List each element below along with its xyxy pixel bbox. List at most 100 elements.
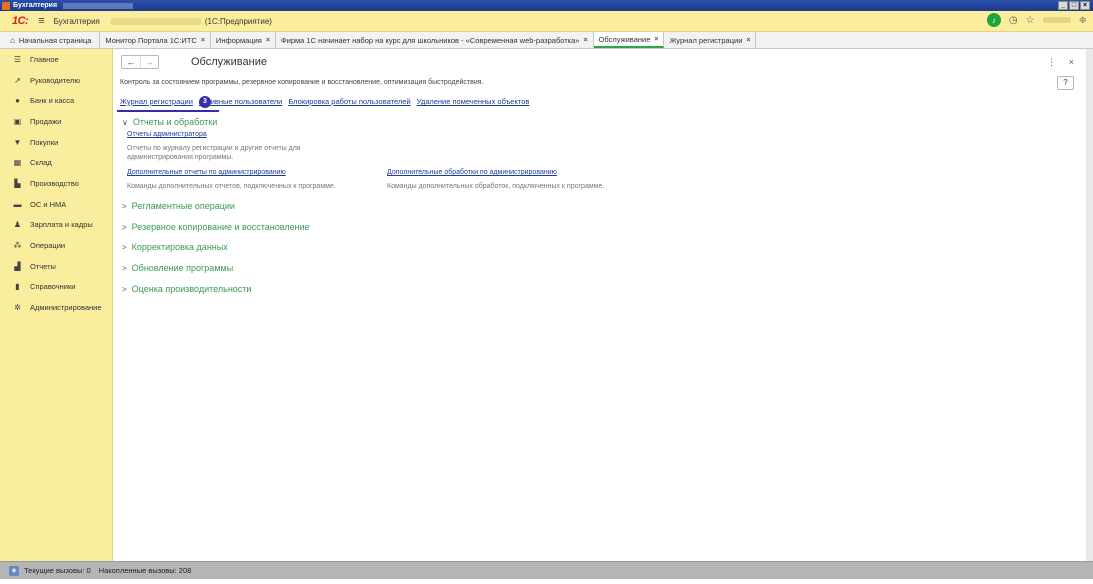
sidebar-item-manager[interactable]: ↗ Руководителю xyxy=(0,70,112,91)
tab-maintenance[interactable]: Обслуживание × xyxy=(593,32,665,48)
sidebar-item-label: Руководителю xyxy=(30,75,81,85)
sidebar-item-purchases[interactable]: ▼ Покупки xyxy=(0,132,112,153)
sidebar-item-sales[interactable]: ▣ Продажи xyxy=(0,111,112,132)
app-name: Бухгалтерия xyxy=(53,16,100,26)
bag-icon: ▣ xyxy=(13,116,22,126)
chevron-right-icon: > xyxy=(122,264,127,273)
group-title-label: Резервное копирование и восстановление xyxy=(131,222,310,232)
logo: 1С: xyxy=(12,15,29,27)
sidebar-item-label: Продажи xyxy=(30,116,62,126)
group-title-label: Оценка производительности xyxy=(131,284,252,294)
chevron-right-icon: > xyxy=(122,285,127,294)
minimize-icon[interactable]: _ xyxy=(1058,1,1068,10)
sidebar-item-salary[interactable]: ♟ Зарплата и кадры xyxy=(0,215,112,236)
tab-information[interactable]: Информация × xyxy=(211,32,276,48)
factory-icon: ▙ xyxy=(14,178,21,188)
tab-news[interactable]: Фирма 1С начинает набор на курс для школ… xyxy=(276,32,594,48)
sidebar-item-label: Операции xyxy=(30,241,66,251)
close-tab-icon[interactable]: × xyxy=(266,37,270,44)
group-backup-restore[interactable]: > Резервное копирование и восстановление xyxy=(122,222,310,232)
group-program-update[interactable]: > Обновление программы xyxy=(122,263,233,273)
bar-chart-icon: ▟ xyxy=(14,261,21,271)
tab-event-log[interactable]: Журнал регистрации × xyxy=(664,32,757,48)
blurred-user-name[interactable] xyxy=(1042,17,1071,23)
help-button[interactable]: ? xyxy=(1057,76,1074,90)
highlight-underline xyxy=(117,110,219,112)
sidebar-item-bank[interactable]: ● Банк и касса xyxy=(0,90,112,111)
close-window-icon[interactable]: × xyxy=(1080,1,1090,10)
block-users-link[interactable]: Блокировка работы пользователей xyxy=(288,97,410,106)
more-options-icon[interactable]: ⋮ xyxy=(1047,57,1056,68)
delete-marked-link[interactable]: Удаление помеченных объектов xyxy=(417,97,530,106)
tab-label: Фирма 1С начинает набор на курс для школ… xyxy=(280,35,580,45)
blurred-infobase-name xyxy=(110,17,201,25)
chevron-right-icon: > xyxy=(122,243,127,252)
additional-reports-desc: Команды дополнительных отчетов, подключе… xyxy=(127,183,336,190)
chevron-down-icon: ∨ xyxy=(122,118,128,127)
tab-label: Журнал регистрации xyxy=(669,35,743,45)
favorites-star-icon[interactable]: ☆ xyxy=(1026,15,1035,26)
back-arrow-icon[interactable]: ← xyxy=(122,56,140,68)
admin-reports-link[interactable]: Отчеты администратора xyxy=(127,131,207,138)
sidebar-item-label: Администрирование xyxy=(30,303,102,313)
group-reports-processing[interactable]: ∨ Отчеты и обработки xyxy=(122,117,217,127)
close-form-icon[interactable]: × xyxy=(1069,57,1074,67)
maximize-icon[interactable]: □ xyxy=(1069,1,1079,10)
blurred-title-info xyxy=(63,2,134,9)
tab-its-monitor[interactable]: Монитор Портала 1С:ИТС × xyxy=(100,32,211,48)
additional-reports-link[interactable]: Дополнительные отчеты по администрирован… xyxy=(127,169,286,176)
notification-bell-icon[interactable]: ♪ xyxy=(986,13,1001,27)
trend-icon: ↗ xyxy=(14,75,21,85)
warehouse-icon: ▦ xyxy=(13,158,22,168)
sidebar-item-operations[interactable]: ⁂ Операции xyxy=(0,235,112,256)
sidebar-item-main[interactable]: ☰ Главное xyxy=(0,49,112,70)
sidebar-item-catalogs[interactable]: ▮ Справочники xyxy=(0,277,112,298)
tab-label: Информация xyxy=(215,35,262,45)
group-data-correction[interactable]: > Корректировка данных xyxy=(122,242,228,252)
forward-arrow-icon[interactable]: → xyxy=(140,56,158,68)
top-links: Журнал регистрации Активные пользователи… xyxy=(120,97,529,106)
sidebar-item-warehouse[interactable]: ▦ Склад xyxy=(0,152,112,173)
settings-menu-icon[interactable]: ≑ xyxy=(1079,15,1087,26)
window-title-bar: Бухгалтерия _ □ × xyxy=(0,0,1093,11)
event-log-link[interactable]: Журнал регистрации xyxy=(120,97,193,106)
sidebar-item-reports[interactable]: ▟ Отчеты xyxy=(0,256,112,277)
tab-label: Обслуживание xyxy=(598,34,651,44)
window-controls: _ □ × xyxy=(1058,1,1090,10)
additional-processing-link[interactable]: Дополнительные обработки по администриро… xyxy=(387,169,557,176)
sidebar-item-production[interactable]: ▙ Производство xyxy=(0,173,112,194)
active-users-link[interactable]: Активные пользователи xyxy=(199,97,282,106)
platform-label: (1С:Предприятие) xyxy=(204,16,272,26)
window-title: Бухгалтерия xyxy=(13,2,58,9)
calls-icon[interactable]: ◈ xyxy=(9,565,19,576)
group-title-label: Обновление программы xyxy=(131,263,234,273)
bottom-edge xyxy=(0,579,1093,584)
chevron-right-icon: > xyxy=(122,202,127,211)
group-performance[interactable]: > Оценка производительности xyxy=(122,284,251,294)
tab-label: Начальная страница xyxy=(18,35,92,45)
group-title-label: Регламентные операции xyxy=(131,201,235,211)
sidebar-item-label: Склад xyxy=(30,158,52,168)
group-title-label: Отчеты и обработки xyxy=(132,117,218,127)
sidebar-item-assets[interactable]: ▬ ОС и НМА xyxy=(0,194,112,215)
close-tab-icon[interactable]: × xyxy=(201,37,205,44)
close-tab-icon[interactable]: × xyxy=(746,37,750,44)
chevron-right-icon: > xyxy=(122,223,127,232)
group-scheduled-operations[interactable]: > Регламентные операции xyxy=(122,201,235,211)
main-menu-icon[interactable]: ≡ xyxy=(38,15,44,27)
sidebar-item-administration[interactable]: ✲ Администрирование xyxy=(0,297,112,318)
close-tab-icon[interactable]: × xyxy=(654,36,658,43)
coin-icon: ● xyxy=(15,96,20,106)
menu-lines-icon: ☰ xyxy=(13,54,22,64)
tab-bar: ⌂ Начальная страница Монитор Портала 1С:… xyxy=(0,32,1093,49)
sidebar-item-label: Покупки xyxy=(30,137,59,147)
current-calls: Текущие вызовы: 0 xyxy=(24,566,91,575)
close-tab-icon[interactable]: × xyxy=(583,37,587,44)
sidebar-item-label: Производство xyxy=(30,178,79,188)
accumulated-calls: Накопленные вызовы: 208 xyxy=(98,566,192,575)
app-icon xyxy=(2,1,10,10)
history-icon[interactable]: ◷ xyxy=(1009,15,1018,26)
operations-icon: ⁂ xyxy=(13,241,22,251)
tab-home[interactable]: ⌂ Начальная страница xyxy=(0,32,101,48)
main-content: ← → Обслуживание ⋮ × ? Контроль за состо… xyxy=(114,49,1086,561)
